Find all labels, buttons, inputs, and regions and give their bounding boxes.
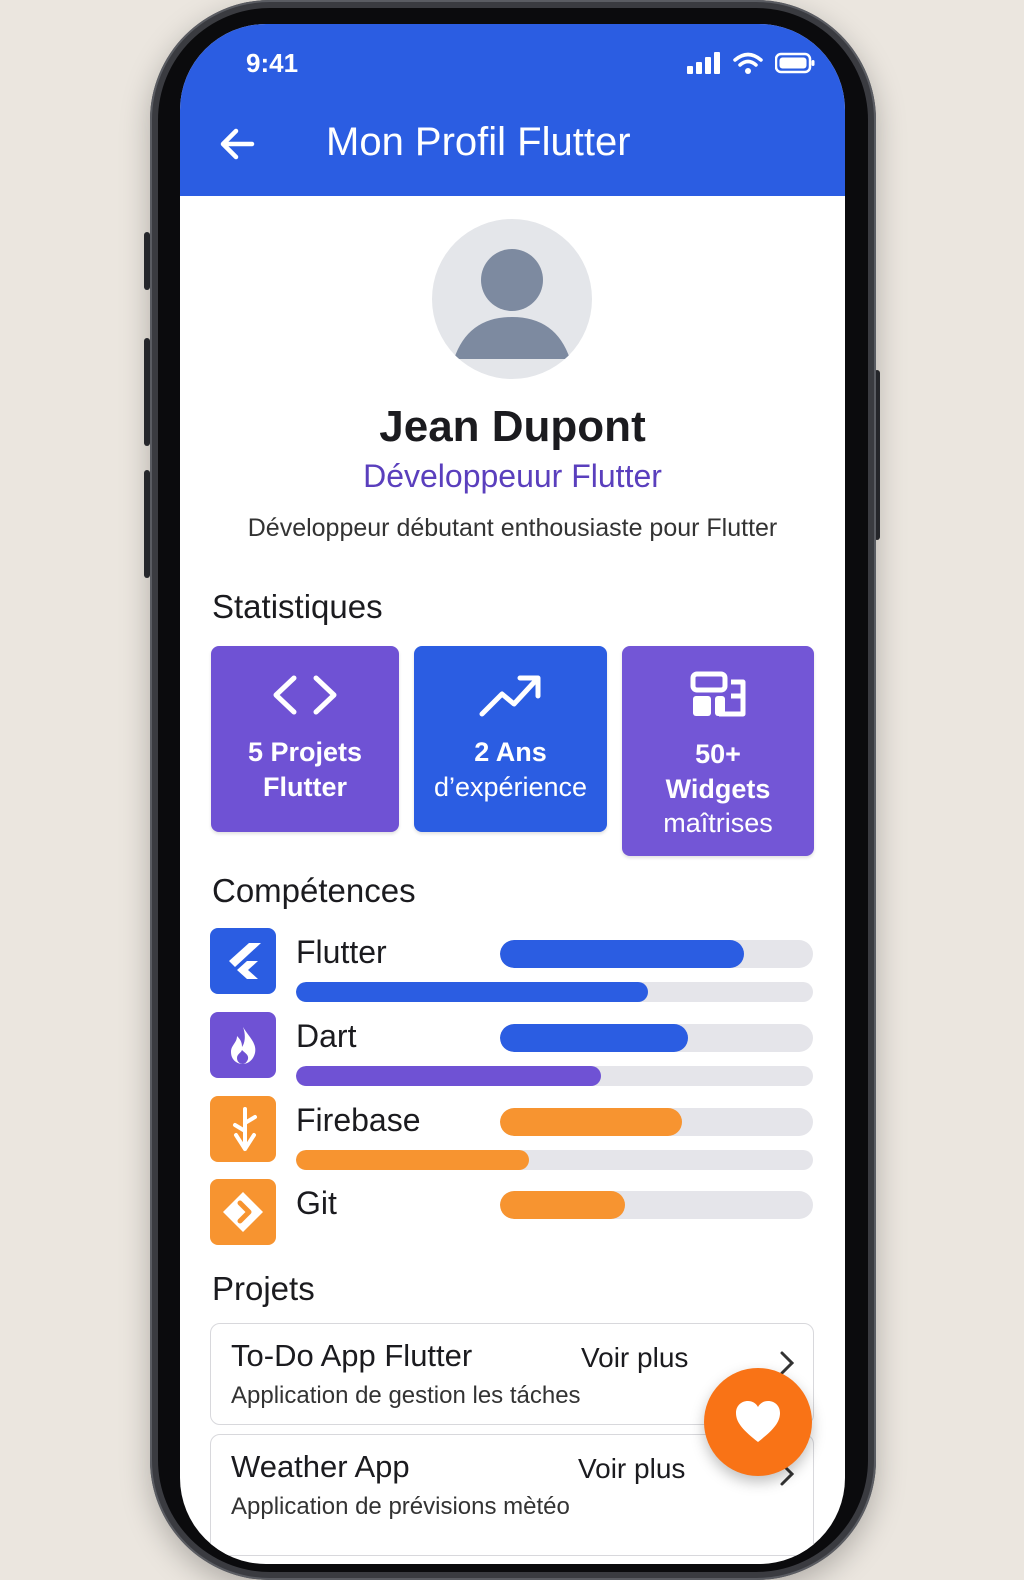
profile-role: Développeuur Flutter (363, 458, 662, 494)
app-title: Mon Profil Flutter (326, 120, 631, 164)
stat-experience-line1: 2 Ans (474, 737, 547, 767)
project-description: Application de prévisions mètéo (231, 1493, 570, 1520)
stats-title: Statistiques (212, 588, 383, 625)
skill-level-bar-track (500, 1108, 813, 1136)
git-icon (210, 1179, 276, 1245)
status-time: 9:41 (246, 48, 299, 78)
skill-level-bar-fill (500, 1191, 626, 1219)
stat-widgets-line2: Widgets (665, 774, 771, 804)
skill-secondary-bar-fill (296, 1150, 529, 1170)
skill-level-bar-track (500, 940, 813, 968)
flutter-icon (210, 928, 276, 994)
firebase-icon (210, 1096, 276, 1162)
see-more-link[interactable]: Voir plus (581, 1342, 688, 1374)
arrow-left-icon[interactable] (218, 124, 258, 164)
skill-name: Firebase (296, 1102, 421, 1138)
stat-projects-line2: Flutter (263, 772, 347, 802)
project-title: To-Do App Flutter (231, 1338, 473, 1373)
trending-up-icon (479, 675, 540, 717)
skill-name: Flutter (296, 934, 387, 970)
see-more-link[interactable]: Voir plus (578, 1453, 685, 1485)
heart-icon (736, 1401, 780, 1442)
avatar[interactable] (432, 219, 592, 379)
skill-name: Dart (296, 1018, 357, 1054)
profile-name: Jean Dupont (379, 402, 646, 451)
stat-card-projects[interactable]: 5 Projets Flutter (211, 646, 399, 832)
skill-secondary-bar-fill (296, 982, 648, 1002)
signal-icon (687, 52, 720, 74)
skill-level-bar-track (500, 1191, 813, 1219)
skill-level-bar-track (500, 1024, 813, 1052)
project-title: Weather App (231, 1449, 410, 1484)
code-icon (273, 675, 337, 715)
skill-secondary-bar-track (296, 1066, 813, 1086)
skill-level-bar-fill (500, 940, 745, 968)
app-bar: 9:41 Mon Profil Flutter (180, 24, 845, 196)
skill-level-bar-fill (500, 1108, 682, 1136)
stat-card-experience[interactable]: 2 Ans d’expérience (414, 646, 607, 832)
stat-experience-line2: d’expérience (433, 772, 588, 802)
skill-secondary-bar-track (296, 982, 813, 1002)
wifi-icon (733, 52, 763, 74)
stat-projects-line1: 5 Projets (247, 737, 363, 767)
person-icon (454, 249, 570, 359)
project-description: Application de gestion les táches (231, 1382, 581, 1409)
battery-icon (775, 52, 815, 74)
profile-bio: Développeur débutant enthousiaste pour F… (247, 514, 778, 542)
flame-icon (210, 1012, 276, 1078)
stat-card-widgets[interactable]: 50+ Widgets maîtrises (622, 646, 814, 856)
skill-secondary-bar-fill (296, 1066, 602, 1086)
skill-secondary-bar-track (296, 1150, 813, 1170)
favorite-button[interactable] (704, 1368, 812, 1476)
stat-widgets-line3: maîtrises (663, 808, 773, 838)
skills-title: Compétences (212, 872, 416, 909)
skill-name: Git (296, 1185, 337, 1221)
widgets-icon (690, 671, 746, 717)
status-icons (687, 52, 815, 74)
stat-widgets-line1: 50+ (695, 739, 741, 769)
skill-level-bar-fill (500, 1024, 688, 1052)
projects-title: Projets (212, 1270, 315, 1307)
screen: 9:41 Mon Profil Flutter Jean Dupont Déve… (180, 24, 845, 1564)
